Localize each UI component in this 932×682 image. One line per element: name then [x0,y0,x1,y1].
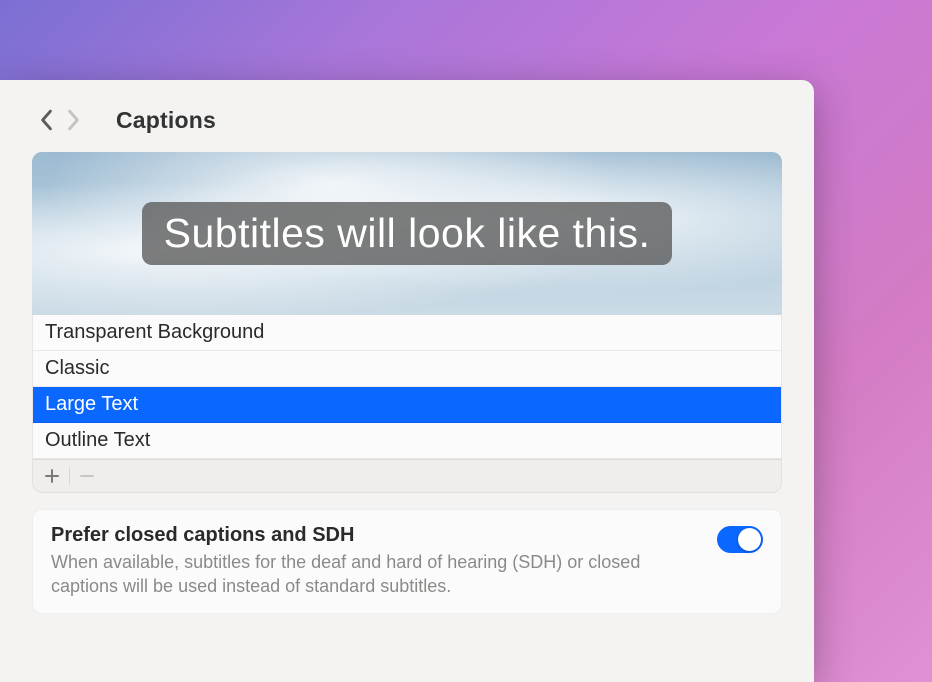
prefer-closed-captions-section: Prefer closed captions and SDH When avai… [32,509,782,614]
captions-panel: Captions Subtitles will look like this. … [0,80,814,682]
style-row-transparent-background[interactable]: Transparent Background [33,315,781,351]
minus-icon [80,469,94,483]
subtitle-sample: Subtitles will look like this. [142,202,673,265]
plus-icon [45,469,59,483]
style-list-footer [32,459,782,493]
preference-title: Prefer closed captions and SDH [51,524,697,547]
header: Captions [32,106,782,134]
caption-preview: Subtitles will look like this. [32,152,782,315]
preference-description: When available, subtitles for the deaf a… [51,550,697,599]
footer-divider [69,467,70,485]
chevron-right-icon [67,109,81,131]
style-row-outline-text[interactable]: Outline Text [33,423,781,458]
caption-style-list: Transparent Background Classic Large Tex… [32,315,782,459]
chevron-left-icon [39,109,53,131]
style-row-large-text[interactable]: Large Text [33,387,781,423]
style-row-classic[interactable]: Classic [33,351,781,387]
add-style-button[interactable] [39,464,65,488]
preference-text: Prefer closed captions and SDH When avai… [51,524,697,599]
toggle-knob [738,528,761,551]
back-button[interactable] [32,106,60,134]
prefer-closed-captions-toggle[interactable] [717,526,763,553]
remove-style-button[interactable] [74,464,100,488]
page-title: Captions [116,107,216,134]
forward-button [60,106,88,134]
